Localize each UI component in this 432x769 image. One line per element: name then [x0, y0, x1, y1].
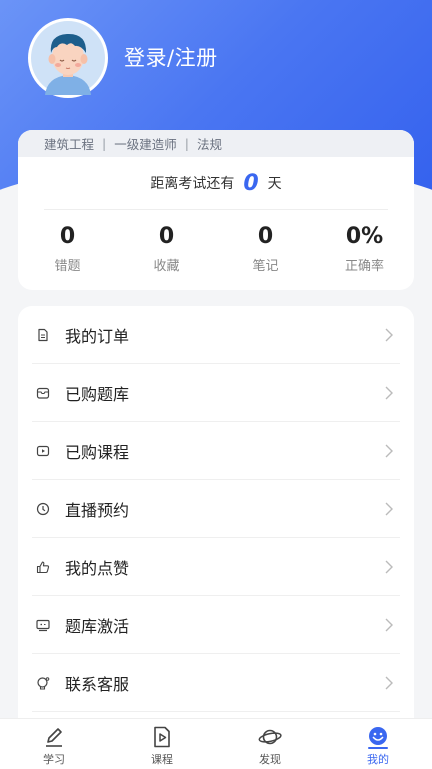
menu-item-purchased-courses[interactable]: 已购课程 — [32, 422, 400, 480]
tab-label: 我的 — [367, 753, 389, 766]
stat-value: 0% — [345, 224, 384, 249]
exam-subject: 法规 — [196, 137, 222, 152]
stats-row: 0 错题 0 收藏 0 笔记 0% 正确率 — [18, 210, 414, 274]
stat-value: 0 — [158, 224, 175, 249]
menu-item-label: 直播预约 — [65, 500, 130, 520]
active-tab-indicator — [368, 747, 388, 749]
menu-item-label: 我的点赞 — [65, 558, 130, 578]
stat-label: 笔记 — [252, 259, 279, 274]
play-document-icon — [154, 726, 170, 748]
stat-label: 正确率 — [344, 259, 384, 274]
study-stats-card: 建筑工程 | 一级建造师 | 法规 距离考试还有 0 天 0 错题 0 收藏 0… — [18, 130, 414, 290]
countdown-days: 0 — [243, 170, 259, 196]
stat-accuracy[interactable]: 0% 正确率 — [325, 224, 405, 274]
stat-wrong-questions[interactable]: 0 错题 — [28, 224, 108, 274]
avatar-illustration — [31, 21, 105, 95]
box-icon — [34, 384, 52, 402]
tab-discover[interactable]: 发现 — [240, 719, 300, 769]
smiley-icon — [369, 727, 387, 745]
tab-courses[interactable]: 课程 — [132, 719, 192, 769]
tab-label: 发现 — [259, 753, 281, 766]
chevron-right-icon — [384, 676, 394, 690]
separator: | — [184, 136, 189, 151]
exam-selector[interactable]: 建筑工程 | 一级建造师 | 法规 — [18, 130, 414, 157]
exam-major: 建筑工程 — [44, 137, 95, 152]
tab-mine[interactable]: 我的 — [348, 719, 408, 769]
menu-item-contact-support[interactable]: 联系客服 — [32, 654, 400, 712]
chevron-right-icon — [384, 502, 394, 516]
planet-icon — [258, 729, 282, 745]
stat-label: 错题 — [54, 259, 81, 274]
stat-label: 收藏 — [153, 259, 180, 274]
countdown-prefix: 距离考试还有 — [150, 176, 235, 192]
menu-item-my-likes[interactable]: 我的点赞 — [32, 538, 400, 596]
stat-favorites[interactable]: 0 收藏 — [127, 224, 207, 274]
tab-label: 课程 — [151, 753, 173, 766]
video-icon — [34, 442, 52, 460]
stat-value: 0 — [59, 224, 76, 249]
document-icon — [34, 326, 52, 344]
menu-item-label: 已购课程 — [65, 442, 130, 462]
clock-icon — [34, 500, 52, 518]
exam-countdown: 距离考试还有 0 天 — [44, 157, 388, 210]
chevron-right-icon — [384, 386, 394, 400]
exam-level: 一级建造师 — [114, 137, 177, 152]
chevron-right-icon — [384, 560, 394, 574]
avatar[interactable] — [28, 18, 108, 98]
separator: | — [102, 136, 107, 151]
stat-notes[interactable]: 0 笔记 — [226, 224, 306, 274]
menu-list: 我的订单 已购题库 已购课程 直播预约 我的点赞 题库激活 联系客服 — [18, 306, 414, 726]
menu-item-purchased-question-banks[interactable]: 已购题库 — [32, 364, 400, 422]
thumbs-up-icon — [34, 558, 52, 576]
activation-icon — [34, 616, 52, 634]
menu-item-my-orders[interactable]: 我的订单 — [32, 306, 400, 364]
chevron-right-icon — [384, 618, 394, 632]
tab-study[interactable]: 学习 — [24, 719, 84, 769]
stat-value: 0 — [257, 224, 274, 249]
bottom-tab-bar: 学习 课程 发现 我的 — [0, 718, 432, 769]
menu-item-label: 题库激活 — [65, 616, 130, 636]
menu-item-label: 已购题库 — [65, 384, 130, 404]
login-register-link[interactable]: 登录/注册 — [124, 42, 218, 72]
support-icon — [34, 674, 52, 692]
countdown-unit: 天 — [267, 176, 282, 192]
pencil-icon — [46, 728, 62, 747]
menu-item-label: 我的订单 — [65, 326, 130, 346]
chevron-right-icon — [384, 444, 394, 458]
menu-item-question-bank-activation[interactable]: 题库激活 — [32, 596, 400, 654]
chevron-right-icon — [384, 328, 394, 342]
tab-label: 学习 — [43, 753, 65, 766]
menu-item-live-reservations[interactable]: 直播预约 — [32, 480, 400, 538]
menu-item-label: 联系客服 — [65, 674, 130, 694]
